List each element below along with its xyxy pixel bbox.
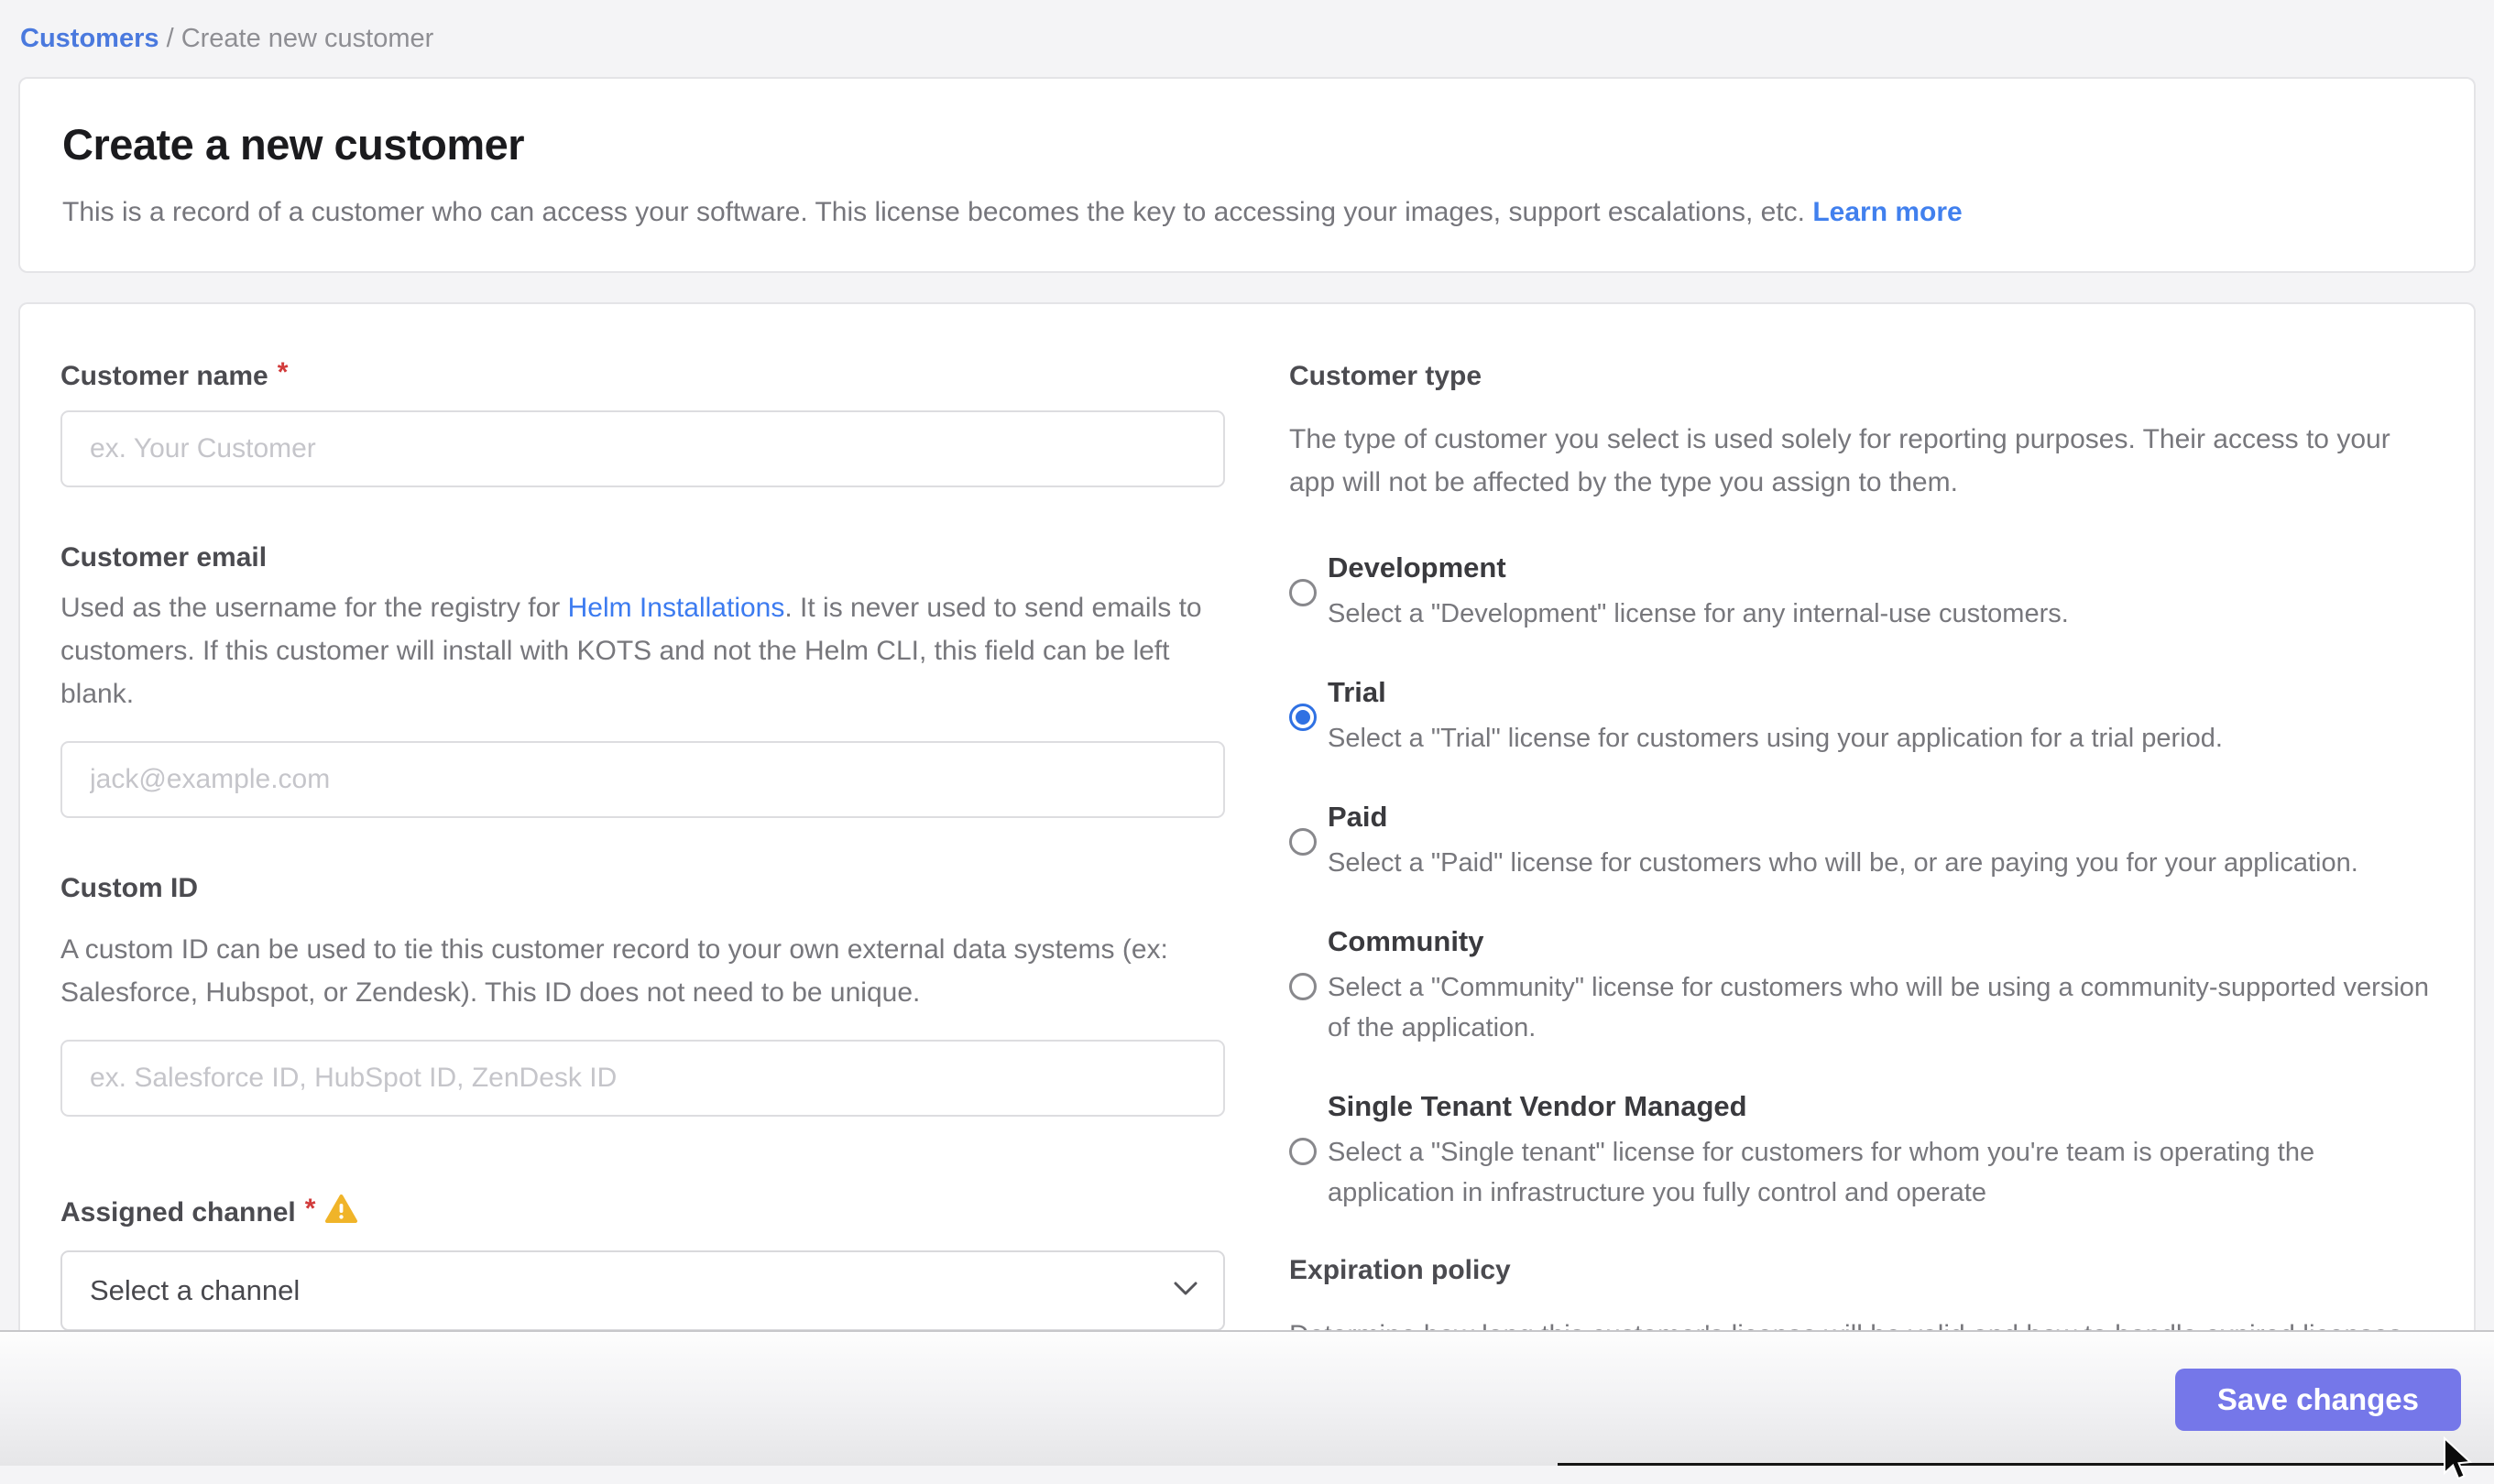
chevron-down-icon — [1174, 1282, 1198, 1301]
radio-trial-description: Select a "Trial" license for customers u… — [1328, 718, 2223, 758]
customer-name-required-asterisk: * — [278, 357, 289, 388]
radio-option-development[interactable]: Development Select a "Development" licen… — [1289, 551, 2434, 634]
customer-name-field: Customer name * — [60, 361, 1225, 487]
custom-id-label: Custom ID — [60, 873, 198, 904]
customer-type-radio-group: Development Select a "Development" licen… — [1289, 551, 2434, 1213]
radio-single-tenant-description: Select a "Single tenant" license for cus… — [1328, 1132, 2434, 1213]
radio-option-single-tenant[interactable]: Single Tenant Vendor Managed Select a "S… — [1289, 1090, 2434, 1213]
form-right-column: Customer type The type of customer you s… — [1289, 361, 2434, 1357]
radio-community-description: Select a "Community" license for custome… — [1328, 967, 2434, 1048]
radio-community-title: Community — [1328, 925, 2434, 958]
breadcrumb-current: Create new customer — [181, 24, 434, 53]
customer-email-field: Customer email Used as the username for … — [60, 542, 1225, 818]
customer-name-label: Customer name — [60, 361, 268, 392]
warning-icon — [324, 1194, 358, 1228]
assigned-channel-select[interactable]: Select a channel — [60, 1250, 1225, 1331]
custom-id-input[interactable] — [60, 1040, 1225, 1117]
radio-development-description: Select a "Development" license for any i… — [1328, 594, 2069, 634]
customer-email-help: Used as the username for the registry fo… — [60, 586, 1225, 715]
radio-paid-description: Select a "Paid" license for customers wh… — [1328, 843, 2358, 883]
save-button[interactable]: Save changes — [2175, 1369, 2461, 1431]
page-title: Create a new customer — [62, 119, 2432, 169]
radio-option-community[interactable]: Community Select a "Community" license f… — [1289, 925, 2434, 1048]
assigned-channel-selected-value: Select a channel — [90, 1274, 300, 1307]
radio-development-title: Development — [1328, 551, 2069, 584]
radio-community[interactable] — [1289, 973, 1317, 1000]
page-description-text: This is a record of a customer who can a… — [62, 197, 1805, 227]
learn-more-link[interactable]: Learn more — [1812, 197, 1962, 227]
assigned-channel-required-asterisk: * — [305, 1194, 316, 1225]
customer-type-label: Customer type — [1289, 361, 2434, 392]
radio-paid[interactable] — [1289, 828, 1317, 856]
assigned-channel-field: Assigned channel * Select a channel — [60, 1195, 1225, 1331]
customer-type-help: The type of customer you select is used … — [1289, 418, 2434, 504]
form-left-column: Customer name * Customer email Used as t… — [60, 361, 1225, 1331]
mouse-cursor — [2441, 1436, 2489, 1484]
radio-development[interactable] — [1289, 579, 1317, 606]
assigned-channel-label: Assigned channel — [60, 1197, 296, 1228]
radio-single-tenant[interactable] — [1289, 1138, 1317, 1165]
customer-email-input[interactable] — [60, 741, 1225, 818]
customer-email-label: Customer email — [60, 542, 267, 573]
save-bar: Save changes — [0, 1330, 2494, 1466]
helm-installations-link[interactable]: Helm Installations — [568, 593, 785, 623]
breadcrumb-separator: / — [167, 24, 181, 53]
radio-option-trial[interactable]: Trial Select a "Trial" license for custo… — [1289, 676, 2434, 758]
expiration-policy-label: Expiration policy — [1289, 1255, 2434, 1286]
customer-name-input[interactable] — [60, 410, 1225, 487]
customer-form-card: Customer name * Customer email Used as t… — [18, 302, 2476, 1332]
page-header-card: Create a new customer This is a record o… — [18, 77, 2476, 273]
custom-id-field: Custom ID A custom ID can be used to tie… — [60, 873, 1225, 1117]
page-description: This is a record of a customer who can a… — [62, 197, 2432, 228]
custom-id-help: A custom ID can be used to tie this cust… — [60, 928, 1225, 1014]
radio-trial-title: Trial — [1328, 676, 2223, 709]
radio-single-tenant-title: Single Tenant Vendor Managed — [1328, 1090, 2434, 1123]
breadcrumb-link-customers[interactable]: Customers — [20, 24, 159, 53]
radio-option-paid[interactable]: Paid Select a "Paid" license for custome… — [1289, 801, 2434, 883]
breadcrumb: Customers / Create new customer — [20, 20, 433, 57]
radio-trial[interactable] — [1289, 704, 1317, 731]
radio-paid-title: Paid — [1328, 801, 2358, 834]
